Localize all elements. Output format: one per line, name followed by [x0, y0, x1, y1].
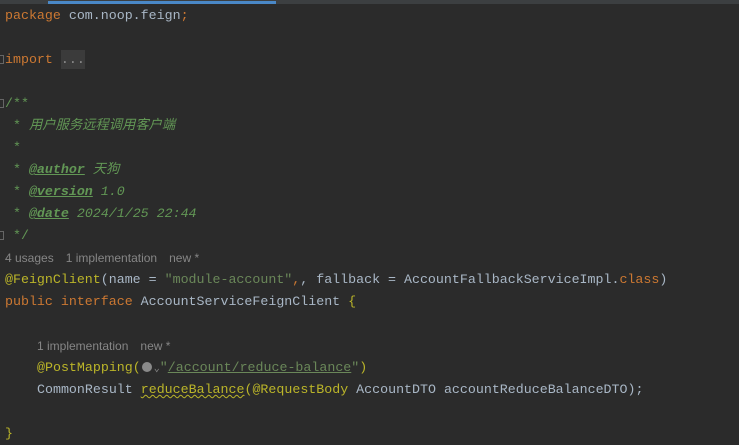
doc-comment: /**: [5, 96, 29, 111]
code-editor[interactable]: package com.noop.feign; import ... /** *…: [0, 5, 739, 445]
code-line-method: CommonResult reduceBalance(@RequestBody …: [0, 379, 739, 401]
doc-tag: @version: [28, 184, 93, 199]
code-line-package: package com.noop.feign;: [0, 5, 739, 27]
return-type: CommonResult: [37, 382, 141, 397]
code-line-doc-open: /**: [0, 93, 739, 115]
class-inlay-hints: 4 usages 1 implementation new *: [0, 247, 739, 269]
doc-star: *: [5, 140, 21, 155]
doc-tag: @date: [28, 206, 69, 221]
annotation-args: (name =: [100, 272, 165, 287]
code-line-import: import ...: [0, 49, 739, 71]
code-line-doc-author: * @author 天狗: [0, 159, 739, 181]
brace: }: [5, 426, 13, 441]
implementations-link[interactable]: 1 implementation: [37, 339, 128, 353]
active-tab-indicator: [48, 1, 276, 4]
fold-icon[interactable]: [0, 231, 4, 240]
code-line-doc-close: */: [0, 225, 739, 247]
doc-star: *: [5, 206, 29, 221]
interface-name: AccountServiceFeignClient: [132, 294, 349, 309]
editor-tab-bar: [0, 0, 739, 4]
semicolon: ;: [180, 8, 189, 23]
globe-icon[interactable]: [141, 362, 152, 372]
method-inlay-hints: 1 implementation new *: [0, 335, 739, 357]
code-line-close: }: [0, 423, 739, 445]
code-line-doc-desc: * 用户服务远程调用客户端: [0, 115, 739, 137]
annotation: @FeignClient: [5, 272, 101, 287]
keyword: interface: [52, 294, 133, 309]
paren: ): [659, 272, 668, 287]
keyword: import: [5, 52, 53, 67]
doc-value: 2024/1/25 22:44: [68, 206, 197, 221]
doc-description: 用户服务远程调用客户端: [28, 118, 176, 133]
doc-star: *: [5, 184, 29, 199]
parameter: AccountDTO accountReduceBalanceDTO);: [348, 382, 644, 397]
code-line-doc-version: * @version 1.0: [0, 181, 739, 203]
usages-link[interactable]: 4 usages: [5, 251, 54, 265]
doc-value: 天狗: [84, 162, 120, 177]
method-name[interactable]: reduceBalance: [141, 382, 245, 397]
code-line-post-mapping: @PostMapping(⌄"/account/reduce-balance"): [0, 357, 739, 379]
code-line-doc-empty: *: [0, 137, 739, 159]
brace: {: [348, 294, 357, 309]
implementations-link[interactable]: 1 implementation: [66, 251, 157, 265]
author-hint[interactable]: new *: [140, 339, 170, 353]
url-link[interactable]: /account/reduce-balance: [168, 360, 352, 375]
doc-value: 1.0: [92, 184, 125, 199]
paren: ): [359, 360, 368, 375]
annotation-args: , fallback = AccountFallbackServiceImpl.: [300, 272, 620, 287]
code-line-doc-date: * @date 2024/1/25 22:44: [0, 203, 739, 225]
package-name: com.noop.feign: [68, 8, 181, 23]
doc-star: *: [5, 162, 29, 177]
quote: ": [159, 360, 168, 375]
keyword: class: [619, 272, 660, 287]
annotation: @PostMapping(: [37, 360, 141, 375]
folded-imports[interactable]: ...: [60, 50, 85, 69]
keyword: package: [5, 8, 61, 23]
annotation: (@RequestBody: [244, 382, 349, 397]
fold-icon[interactable]: [0, 99, 4, 108]
doc-comment: */: [5, 228, 29, 243]
string-literal: "module-account": [164, 272, 293, 287]
doc-tag: @author: [28, 162, 85, 177]
author-hint[interactable]: new *: [169, 251, 199, 265]
keyword: public: [5, 294, 53, 309]
doc-star: *: [5, 118, 29, 133]
fold-icon[interactable]: [0, 55, 4, 64]
code-line-feign-annotation: @FeignClient(name = "module-account",, f…: [5, 272, 668, 287]
code-line-interface: public interface AccountServiceFeignClie…: [0, 291, 739, 313]
